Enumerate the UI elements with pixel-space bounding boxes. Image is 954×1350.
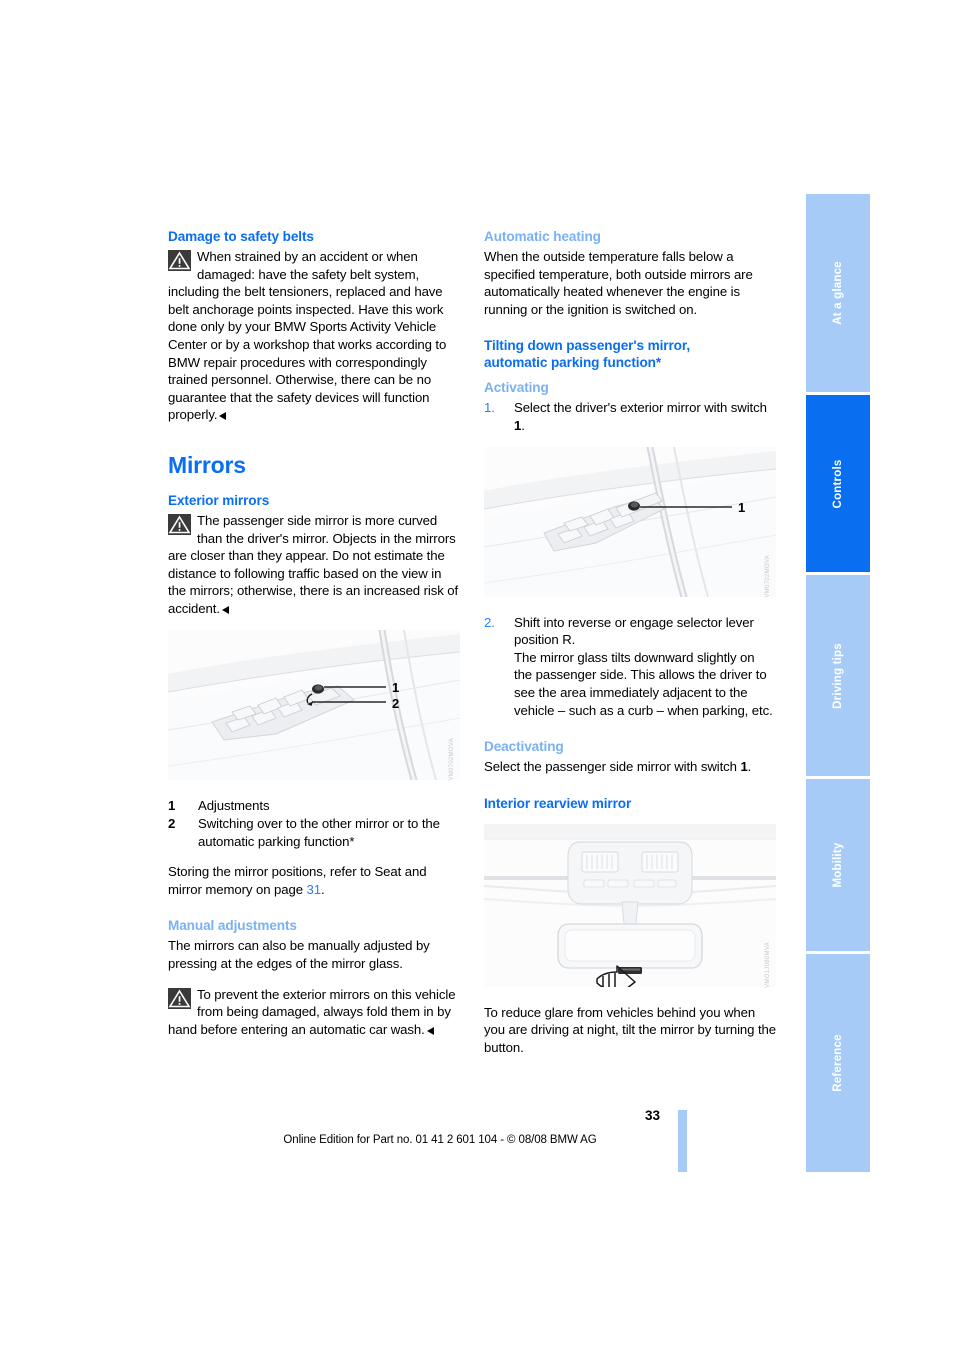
heading-interior-rearview-mirror: Interior rearview mirror [484,795,632,811]
key-label: Switching over to the other mirror or to… [198,816,440,849]
figure-door-panel-switches: 1 2 VM0702MOVA [168,629,460,785]
warning-triangle-icon [168,513,191,535]
heading-exterior-mirrors: Exterior mirrors [168,492,270,508]
warning-triangle-icon [168,250,191,271]
figure-code-label: VM0702MOVA [765,554,772,598]
figure-driver-mirror-switch: 1 VM0702MOVA [484,446,776,602]
warning-note-exterior-mirrors-text: The passenger side mirror is more curved… [168,512,459,616]
step-number: 2. [484,614,495,630]
key-number: 1 [168,797,176,813]
warning-note-car-wash-text: To prevent the exterior mirrors on this … [168,986,456,1037]
activating-steps: 1. Select the driver's exterior mirror w… [484,399,776,434]
page-number: 33 [644,1108,660,1123]
page-reference-link[interactable]: 31 [307,882,322,897]
heading-damage-to-safety-belts: Damage to safety belts [168,229,314,244]
warning-note-safety-belts: When strained by an accident or when dam… [168,248,460,424]
warning-note-safety-belts-text: When strained by an accident or when dam… [168,249,447,423]
svg-text:2: 2 [392,696,399,711]
section-tabs-sidebar: At a glance Controls Driving tips Mobili… [806,194,870,1172]
heading-manual-adjustments: Manual adjustments [168,918,297,934]
manual-adjustments-text: The mirrors can also be manually adjuste… [168,938,430,972]
sidebar-tab-at-a-glance[interactable]: At a glance [806,194,870,392]
figure-key-list: 1 Adjustments 2 Switching over to the ot… [168,797,460,851]
sidebar-tab-mobility[interactable]: Mobility [806,779,870,951]
sidebar-tab-label: Reference [832,1034,844,1092]
sidebar-tab-label: Controls [832,459,844,508]
note-end-marker [426,1026,434,1035]
page-title-mirrors: Mirrors [168,451,246,478]
heading-tilting-down-passengers-mirror: Tilting down passenger's mirror, automat… [484,338,690,371]
footer-edition-line: Online Edition for Part no. 01 41 2 601 … [283,1134,597,1146]
list-item: 1. Select the driver's exterior mirror w… [484,400,767,433]
step-text: Select the driver's exterior mirror with… [514,400,767,416]
step-text: Shift into reverse or engage selector le… [514,614,754,648]
left-text-column: Damage to safety belts When strained by … [168,228,460,1038]
interior-rearview-mirror-text: To reduce glare from vehicles behind you… [484,1004,776,1055]
sidebar-tab-label: Driving tips [832,642,844,709]
note-end-marker [221,605,229,614]
memory-reference-paragraph: Storing the mirror positions, refer to S… [168,864,427,897]
sidebar-tab-label: At a glance [832,261,844,325]
svg-text:1: 1 [392,680,399,695]
switch-reference: 1 [740,759,748,775]
automatic-heating-text: When the outside temperature falls below… [484,249,753,317]
list-item: 1 Adjustments [168,797,460,815]
step-text-extra: The mirror glass tilts downward slightly… [514,649,773,718]
heading-activating: Activating [484,380,549,396]
figure-code-label: VM0702MOVA [449,737,456,781]
activating-steps-continued: 2. Shift into reverse or engage selector… [484,614,776,720]
heading-deactivating: Deactivating [484,739,564,755]
list-item: 2 Switching over to the other mirror or … [168,815,460,850]
key-number: 2 [168,816,176,832]
figure-code-label: VMO1J080MVA [765,941,772,988]
step-number: 1. [484,400,495,416]
warning-note-car-wash: To prevent the exterior mirrors on this … [168,986,460,1039]
svg-text:1: 1 [738,500,745,515]
figure-interior-rearview-mirror: VMO1J080MVA [484,823,776,992]
sidebar-tab-controls[interactable]: Controls [806,395,870,572]
warning-note-exterior-mirrors: The passenger side mirror is more curved… [168,512,460,618]
deactivating-text: Select the passenger side mirror with sw… [484,759,752,775]
note-end-marker [219,412,227,421]
sidebar-tab-label: Mobility [832,842,844,888]
warning-triangle-icon [168,987,191,1009]
key-label: Adjustments [198,797,270,813]
right-text-column: Automatic heating When the outside tempe… [484,228,776,1057]
manual-page: Damage to safety belts When strained by … [0,0,954,1350]
sidebar-tab-driving-tips[interactable]: Driving tips [806,575,870,776]
list-item: 2. Shift into reverse or engage selector… [484,614,776,720]
heading-automatic-heating: Automatic heating [484,229,601,244]
